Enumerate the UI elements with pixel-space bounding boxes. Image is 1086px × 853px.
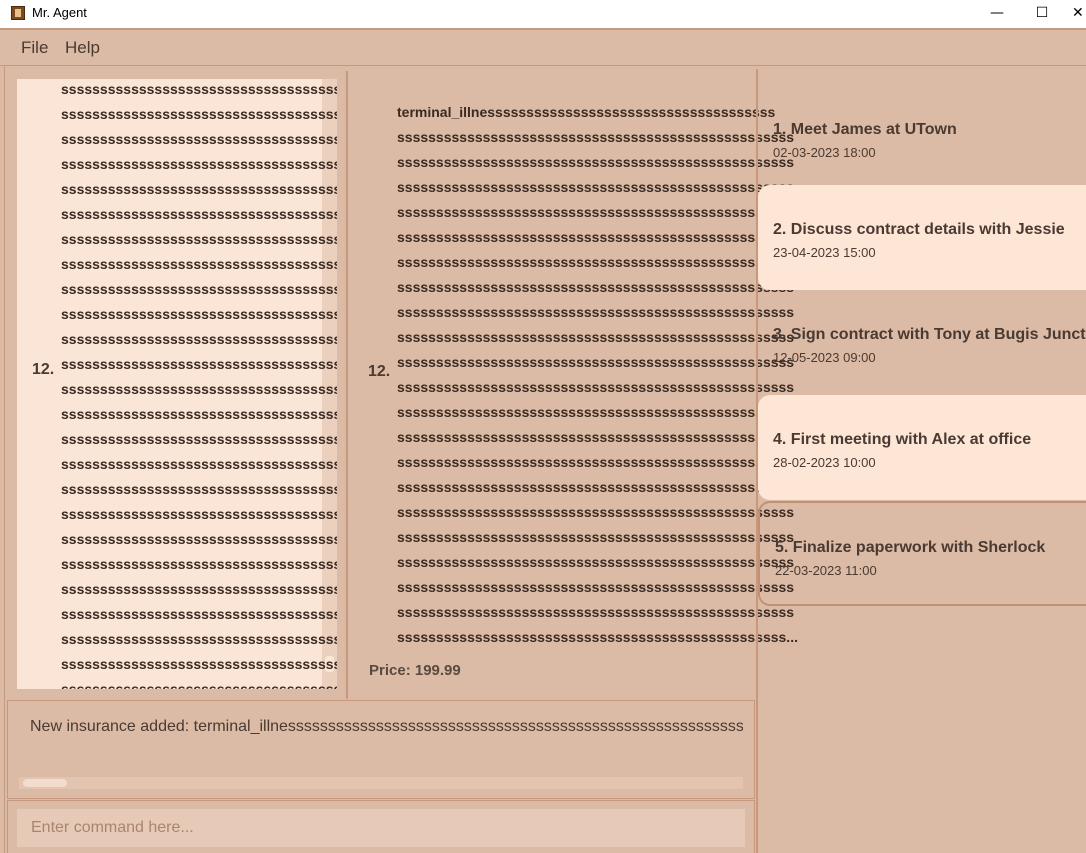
result-text: New insurance added: terminal_illnesssss… — [30, 718, 743, 735]
panel-divider — [346, 71, 348, 699]
left-edge — [0, 66, 5, 853]
client-name-text: sssssssssssssssssssssssssssssssssssssss … — [61, 81, 337, 689]
main-window: File Help 12. ssssssssssssssssssssssssss… — [0, 28, 1086, 853]
meeting-time: 23-04-2023 15:00 — [773, 245, 876, 260]
client-list-panel[interactable]: 12. ssssssssssssssssssssssssssssssssssss… — [17, 79, 337, 689]
command-box — [7, 800, 755, 853]
policy-name-text: terminal_illnessssssssssssssssssssssssss… — [397, 104, 798, 645]
meeting-title: 3. Sign contract with Tony at Bugis Junc… — [773, 326, 1086, 343]
meeting-card-selected[interactable]: 5. Finalize paperwork with Sherlock 22-0… — [758, 501, 1086, 606]
policy-price: Price: 199.99 — [369, 662, 461, 679]
meeting-card[interactable]: 2. Discuss contract details with Jessie … — [758, 185, 1086, 290]
meeting-card[interactable]: 1. Meet James at UTown 02-03-2023 18:00 — [758, 85, 1086, 190]
policy-index: 12. — [368, 363, 391, 380]
menu-help[interactable]: Help — [65, 38, 100, 58]
app-icon — [11, 6, 25, 20]
command-input[interactable] — [17, 809, 745, 847]
result-scroll-thumb[interactable] — [23, 779, 67, 787]
result-scrollbar[interactable] — [19, 777, 743, 789]
maximize-button[interactable]: ☐ — [1019, 0, 1065, 26]
meeting-title: 4. First meeting with Alex at office — [773, 431, 1032, 448]
meeting-title: 1. Meet James at UTown — [773, 121, 957, 138]
menu-bar: File Help — [0, 30, 1086, 66]
title-bar: Mr. Agent — ☐ ✕ — [0, 0, 1086, 26]
meeting-time: 12-05-2023 09:00 — [773, 350, 876, 365]
minimize-button[interactable]: — — [974, 0, 1020, 26]
meeting-time: 22-03-2023 11:00 — [775, 563, 877, 578]
meeting-title: 5. Finalize paperwork with Sherlock — [775, 539, 1046, 556]
result-display: New insurance added: terminal_illnesssss… — [7, 700, 755, 799]
meeting-time: 28-02-2023 10:00 — [773, 455, 876, 470]
window-title: Mr. Agent — [32, 5, 87, 20]
meeting-card[interactable]: 4. First meeting with Alex at office 28-… — [758, 395, 1086, 500]
menu-file[interactable]: File — [21, 38, 48, 58]
meeting-title: 2. Discuss contract details with Jessie — [773, 221, 1065, 238]
client-index: 12. — [32, 361, 55, 378]
meeting-time: 02-03-2023 18:00 — [773, 145, 876, 160]
meeting-card[interactable]: 3. Sign contract with Tony at Bugis Junc… — [758, 290, 1086, 395]
close-button[interactable]: ✕ — [1064, 0, 1086, 26]
